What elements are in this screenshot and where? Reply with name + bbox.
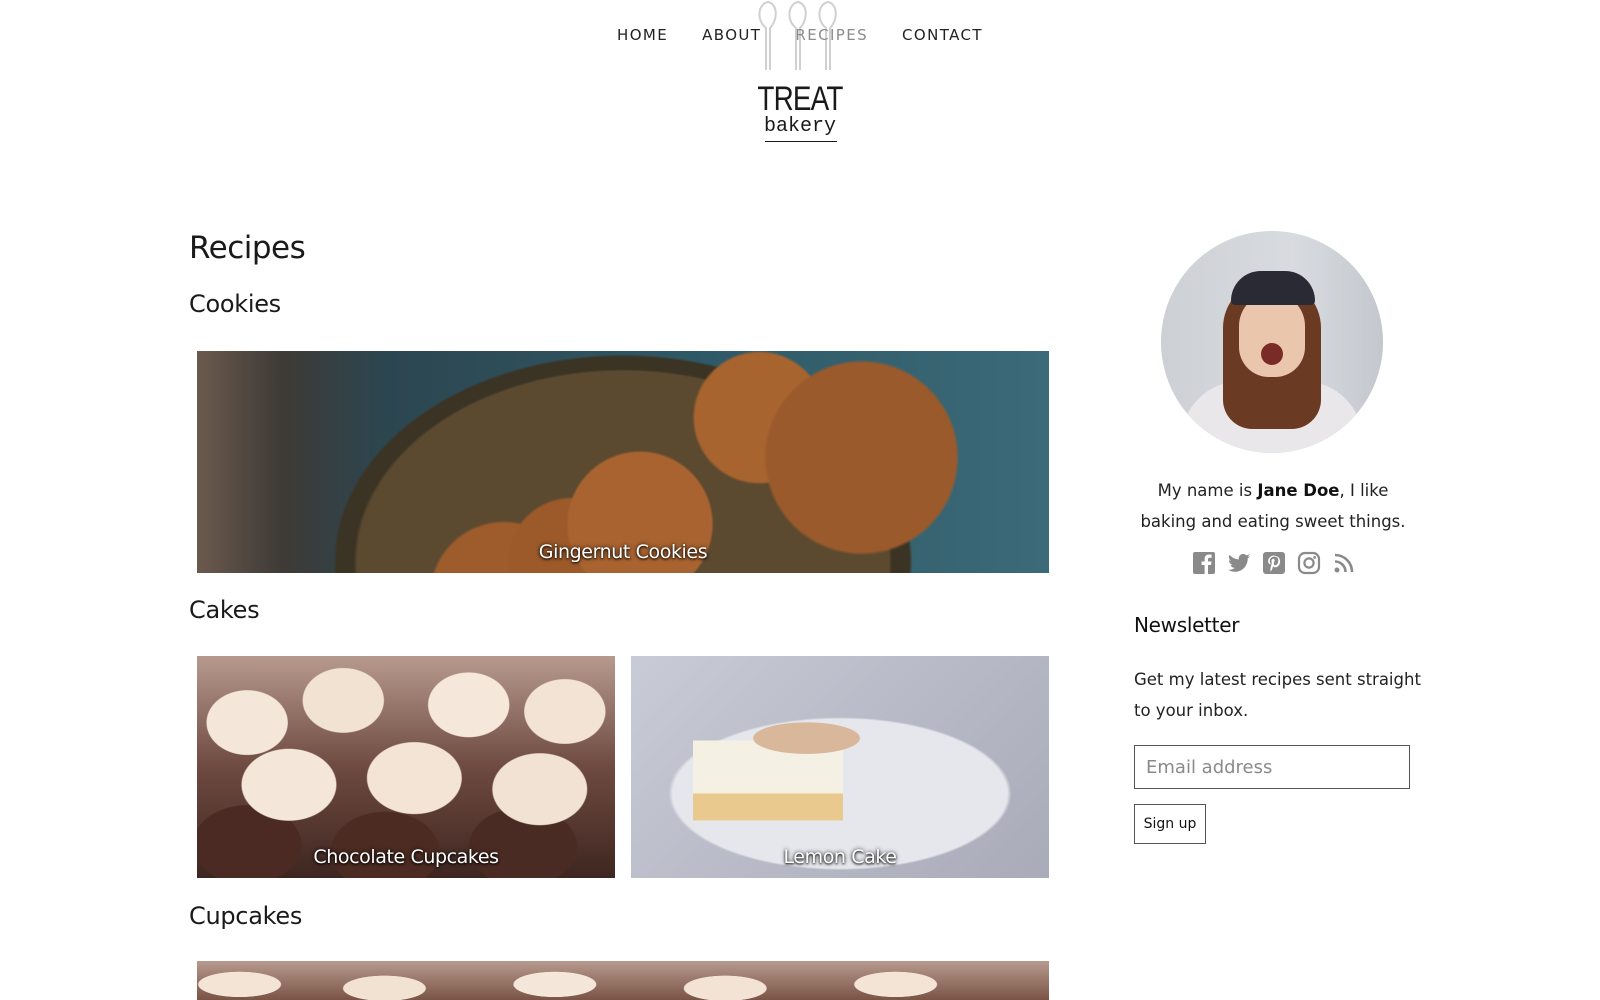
recipe-caption: Lemon Cake [783,846,897,868]
pinterest-icon[interactable] [1262,551,1286,575]
recipe-caption: Gingernut Cookies [538,541,708,563]
site-logo[interactable]: TREAT bakery [745,0,855,148]
recipe-card-cupcakes[interactable] [197,961,1049,1000]
nav-recipes[interactable]: RECIPES [795,26,868,44]
recipe-card-lemon-cake[interactable]: Lemon Cake [631,656,1049,878]
section-title-cakes: Cakes [189,596,260,624]
recipe-card-gingernut-cookies[interactable]: Gingernut Cookies [197,351,1049,573]
author-bio: My name is Jane Doe, I like baking and e… [1132,475,1414,537]
logo-underline [765,141,837,142]
recipe-image [197,656,615,878]
social-links [1192,551,1356,575]
rss-icon[interactable] [1332,551,1356,575]
twitter-icon[interactable] [1227,551,1251,575]
bio-prefix: My name is [1157,481,1258,500]
recipe-caption: Chocolate Cupcakes [313,846,499,868]
newsletter-title: Newsletter [1134,613,1240,637]
avatar [1161,231,1383,453]
main-nav: HOME ABOUT RECIPES CONTACT [0,26,1600,44]
email-field[interactable] [1134,745,1410,789]
sign-up-button[interactable]: Sign up [1134,804,1206,844]
nav-contact[interactable]: CONTACT [902,26,983,44]
instagram-icon[interactable] [1297,551,1321,575]
recipe-image [197,351,1049,573]
nav-about[interactable]: ABOUT [702,26,761,44]
page-title: Recipes [189,230,306,266]
recipe-image [631,656,1049,878]
facebook-icon[interactable] [1192,551,1216,575]
logo-title: TREAT [757,80,843,118]
newsletter-text: Get my latest recipes sent straight to y… [1134,670,1421,720]
section-title-cookies: Cookies [189,290,281,318]
logo-subtitle: bakery [763,115,836,138]
author-name: Jane Doe [1257,481,1340,500]
nav-home[interactable]: HOME [617,26,668,44]
recipe-card-chocolate-cupcakes[interactable]: Chocolate Cupcakes [197,656,615,878]
section-title-cupcakes: Cupcakes [189,902,303,930]
recipe-image [197,961,1049,1000]
